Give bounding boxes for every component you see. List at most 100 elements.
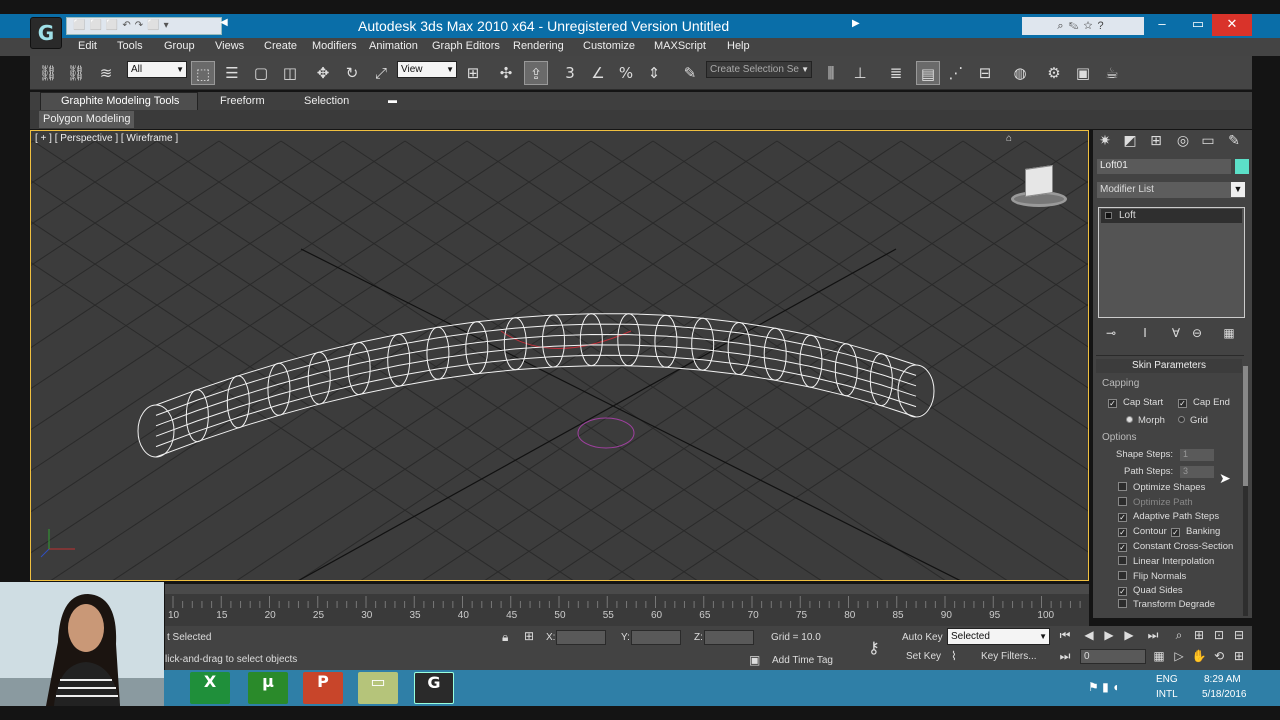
align-icon[interactable]: ⊥ <box>848 61 872 85</box>
powerpoint-app-icon[interactable]: P <box>303 672 343 704</box>
next-frame-icon[interactable]: ▶ <box>1120 628 1138 644</box>
configure-sets-icon[interactable]: ▦ <box>1221 326 1237 342</box>
key-filters-button[interactable]: Key Filters... <box>981 651 1037 662</box>
edit-named-selection-icon[interactable]: ✎ <box>678 61 702 85</box>
scale-icon[interactable]: ⤢ <box>369 61 393 85</box>
pin-stack-icon[interactable]: ⊸ <box>1103 326 1119 342</box>
add-time-tag-button[interactable]: Add Time Tag <box>772 655 833 666</box>
light-bulb-icon[interactable] <box>1105 212 1112 219</box>
menu-customize[interactable]: Customize <box>583 40 635 52</box>
language-code[interactable]: ENG <box>1156 674 1178 685</box>
zoom-icon[interactable]: ⌕ <box>1170 628 1188 644</box>
rendered-frame-window-icon[interactable]: ▣ <box>1071 61 1095 85</box>
move-icon[interactable]: ✥ <box>311 61 335 85</box>
restore-button[interactable]: ▭ <box>1182 14 1214 36</box>
create-tab-icon[interactable]: ✷ <box>1095 133 1115 153</box>
menu-rendering[interactable]: Rendering <box>513 40 564 52</box>
tab-graphite-label[interactable]: Graphite Modeling Tools <box>61 95 179 107</box>
checkbox-box[interactable]: ✓ <box>1118 543 1127 552</box>
checkbox-box[interactable] <box>1118 571 1127 580</box>
path-steps-spinner[interactable]: 3 <box>1180 466 1214 478</box>
keyboard-layout[interactable]: INTL <box>1156 689 1178 700</box>
menu-modifiers[interactable]: Modifiers <box>312 40 357 52</box>
set-key-button[interactable]: Set Key <box>906 651 941 662</box>
spinner-snap-icon[interactable]: ⇕ <box>642 61 666 85</box>
radio-dot[interactable] <box>1178 416 1185 423</box>
remove-modifier-icon[interactable]: ⊖ <box>1189 326 1205 342</box>
excel-app-icon[interactable]: X <box>190 672 230 704</box>
curve-editor-icon[interactable]: ⋰ <box>944 61 968 85</box>
selection-filter-dropdown[interactable]: All ▼ <box>127 61 187 78</box>
shape-steps-spinner[interactable]: 1 <box>1180 449 1214 461</box>
pivot-center-icon[interactable]: ⊞ <box>461 61 485 85</box>
flip-normals-checkbox[interactable]: Flip Normals <box>1118 571 1186 585</box>
checkbox-box[interactable]: ✓ <box>1118 587 1127 596</box>
banking-checkbox[interactable]: ✓ Banking <box>1171 526 1220 540</box>
mirror-icon[interactable]: ⫼ <box>819 61 843 85</box>
home-icon[interactable]: ⌂ <box>1006 133 1012 144</box>
display-tab-icon[interactable]: ▭ <box>1198 133 1218 153</box>
file-explorer-app-icon[interactable]: ▭ <box>358 672 398 704</box>
linear-interpolation-checkbox[interactable]: Linear Interpolation <box>1118 556 1214 570</box>
optimize-shapes-checkbox[interactable]: Optimize Shapes <box>1118 482 1205 496</box>
clock-date[interactable]: 5/18/2016 <box>1202 689 1247 700</box>
motion-tab-icon[interactable]: ◎ <box>1173 133 1193 153</box>
menu-views[interactable]: Views <box>215 40 244 52</box>
menu-graph-editors[interactable]: Graph Editors <box>432 40 500 52</box>
maximize-viewport-icon[interactable]: ⊞ <box>1230 649 1248 665</box>
render-setup-icon[interactable]: ⚙ <box>1042 61 1066 85</box>
rectangular-selection-icon[interactable]: ▢ <box>249 61 273 85</box>
cap-start-checkbox[interactable]: ✓ Cap Start <box>1108 397 1163 411</box>
modifier-list-dropdown[interactable]: Modifier List ▼ <box>1097 182 1245 198</box>
x-coordinate-field[interactable] <box>556 630 606 645</box>
checkbox-box[interactable]: ✓ <box>1118 513 1127 522</box>
menu-help[interactable]: Help <box>727 40 750 52</box>
play-icon[interactable]: ▶ <box>1100 628 1118 644</box>
hierarchy-tab-icon[interactable]: ⊞ <box>1146 133 1166 153</box>
orbit-icon[interactable]: ⟲ <box>1210 649 1228 665</box>
window-crossing-icon[interactable]: ◫ <box>278 61 302 85</box>
checkbox-box[interactable] <box>1118 497 1127 506</box>
zoom-extents-icon[interactable]: ⊡ <box>1210 628 1228 644</box>
time-tag-icon[interactable]: ▣ <box>749 653 760 667</box>
checkbox-box[interactable]: ✓ <box>1178 399 1187 408</box>
quad-sides-checkbox[interactable]: ✓ Quad Sides <box>1118 585 1183 599</box>
make-unique-icon[interactable]: ∀ <box>1168 326 1184 342</box>
minimize-button[interactable]: – <box>1146 14 1178 36</box>
go-to-start-icon[interactable]: ⏮ <box>1056 628 1074 644</box>
absolute-mode-icon[interactable]: ⊞ <box>524 629 534 643</box>
object-color-swatch[interactable] <box>1235 159 1249 174</box>
bind-space-warp-icon[interactable]: ≋ <box>94 61 118 85</box>
checkbox-box[interactable]: ✓ <box>1171 528 1180 537</box>
cap-end-checkbox[interactable]: ✓ Cap End <box>1178 397 1230 411</box>
lock-icon[interactable]: 🔒︎ <box>502 630 508 645</box>
checkbox-box[interactable] <box>1118 556 1127 565</box>
time-slider[interactable] <box>165 584 1089 594</box>
schematic-view-icon[interactable]: ⊟ <box>973 61 997 85</box>
rotate-icon[interactable]: ↻ <box>340 61 364 85</box>
object-name-field[interactable]: Loft01 <box>1097 159 1231 174</box>
previous-frame-icon[interactable]: ◀ <box>1080 628 1098 644</box>
checkbox-box[interactable] <box>1118 482 1127 491</box>
checkbox-box[interactable]: ✓ <box>1118 528 1127 537</box>
render-production-icon[interactable]: ☕ <box>1100 61 1124 85</box>
radio-dot[interactable] <box>1126 416 1133 423</box>
viewport-label[interactable]: [ + ] [ Perspective ] [ Wireframe ] <box>35 133 178 144</box>
material-editor-icon[interactable]: ◍ <box>1008 61 1032 85</box>
show-end-result-icon[interactable]: Ⅰ <box>1137 326 1153 342</box>
quick-access-toolbar[interactable]: ⬜⬜⬜↶↷⬜▾ <box>66 17 222 35</box>
select-object-icon[interactable]: ⬚ <box>191 61 215 85</box>
checkbox-box[interactable] <box>1118 599 1127 608</box>
snaps-toggle-icon[interactable]: 3 <box>558 61 582 85</box>
clock-time[interactable]: 8:29 AM <box>1204 674 1241 685</box>
layer-manager-icon[interactable]: ≣ <box>884 61 908 85</box>
angle-snap-icon[interactable]: ∠ <box>586 61 610 85</box>
percent-snap-icon[interactable]: % <box>614 61 638 85</box>
modifier-stack[interactable]: Loft <box>1098 207 1245 318</box>
link-icon[interactable]: ⛓ <box>36 61 60 85</box>
pan-icon[interactable]: ✋ <box>1190 649 1208 665</box>
constant-cross-section-checkbox[interactable]: ✓ Constant Cross-Section <box>1118 541 1233 555</box>
infocenter-toolbar[interactable]: ⌕✎☆? <box>1022 17 1144 35</box>
select-and-manipulate-icon[interactable]: ✣ <box>494 61 518 85</box>
3ds-max-app-icon[interactable]: G <box>414 672 454 704</box>
